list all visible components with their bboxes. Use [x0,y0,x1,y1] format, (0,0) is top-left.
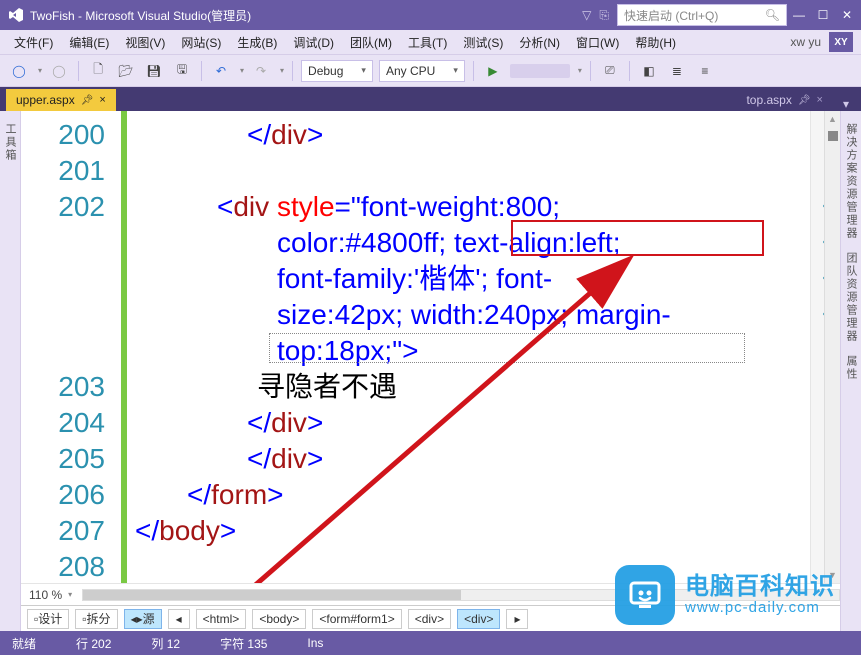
window-controls: — ☐ ✕ [793,8,853,22]
new-project-icon[interactable]: 🗋 [87,60,109,82]
line-number-gutter: 200 201 202 203 204 205 206 207 208 [21,111,121,583]
breadcrumb-html[interactable]: <html> [196,609,247,629]
status-col: 列 12 [151,635,180,652]
maximize-button[interactable]: ☐ [817,8,829,22]
tab-label: upper.aspx [16,93,75,107]
platform-combo[interactable]: Any CPU▾ [379,60,465,82]
breadcrumb-prev[interactable]: ◂ [168,609,190,629]
user-avatar[interactable]: XY [829,32,853,52]
search-icon: 🔍︎ [765,8,780,22]
debug-target-combo[interactable] [510,64,570,78]
tb-misc-1[interactable]: ⎚ [599,60,621,82]
title-bar: TwoFish - Microsoft Visual Studio(管理员) ▽… [0,0,861,30]
close-icon[interactable]: × [99,94,105,106]
menu-build[interactable]: 生成(B) [231,31,283,54]
close-icon[interactable]: × [817,94,823,106]
undo-icon[interactable]: ↶ [210,60,232,82]
code-text-content: 寻隐者不遇 [257,371,397,402]
status-ready: 就绪 [12,635,36,652]
watermark-title: 电脑百科知识 [685,574,835,600]
main-body: 工具箱 200 201 202 203 204 205 206 207 208 … [0,111,861,631]
toolbox-tab[interactable]: 工具箱 [2,117,18,168]
menu-website[interactable]: 网站(S) [175,31,227,54]
code-area[interactable]: </div> − <div style="font-weight:800; co… [127,111,810,583]
left-toolwindow-strip: 工具箱 [0,111,21,631]
solution-explorer-tab[interactable]: 解决方案资源管理器 [843,117,859,246]
menu-team[interactable]: 团队(M) [344,31,398,54]
tab-label: top.aspx [746,93,791,107]
css-prop-color: color:#4800ff; [277,227,454,258]
breadcrumb-div1[interactable]: <div> [408,609,451,629]
status-line: 行 202 [76,635,111,652]
code-editor[interactable]: 200 201 202 203 204 205 206 207 208 </di… [21,111,840,631]
nav-fwd-button[interactable]: ◯ [48,60,70,82]
save-icon[interactable]: 💾︎ [143,60,165,82]
redo-icon[interactable]: ↷ [250,60,272,82]
window-title: TwoFish - Microsoft Visual Studio(管理员) [30,7,251,24]
breadcrumb-body[interactable]: <body> [252,609,306,629]
watermark-logo-icon [615,565,675,625]
selection-outline [269,333,745,363]
tab-top-aspx[interactable]: top.aspx 📌︎ × [736,89,833,111]
tab-overflow-icon[interactable]: ▾ [837,97,855,111]
quick-launch-placeholder: 快速启动 (Ctrl+Q) [624,7,718,24]
tb-misc-4[interactable]: ≡ [694,60,716,82]
document-tab-row: upper.aspx 📌︎ × top.aspx 📌︎ × ▾ [0,87,861,111]
menu-tools[interactable]: 工具(T) [402,31,453,54]
quick-launch-area: ▽ ⎘ 快速启动 (Ctrl+Q) 🔍︎ [582,4,787,26]
main-toolbar: ◯▾ ◯ 🗋 📂︎ 💾︎ 🖫 ↶▾ ↷▾ Debug▾ Any CPU▾ ▶ ▾… [0,55,861,87]
minimize-button[interactable]: — [793,8,805,22]
pin-icon[interactable]: 📌︎ [81,95,94,106]
menu-file[interactable]: 文件(F) [8,31,59,54]
feedback-icon[interactable]: ⎘ [599,8,609,23]
view-source-tab[interactable]: ◂▸ 源 [124,609,162,629]
watermark-url: www.pc-daily.com [685,600,835,617]
menu-analyze[interactable]: 分析(N) [513,31,566,54]
quick-launch-input[interactable]: 快速启动 (Ctrl+Q) 🔍︎ [617,4,787,26]
menu-window[interactable]: 窗口(W) [570,31,625,54]
properties-tab[interactable]: 属性 [843,349,859,387]
tb-misc-3[interactable]: ≣ [666,60,688,82]
breadcrumb-next[interactable]: ▸ [506,609,528,629]
pin-icon[interactable]: 📌︎ [798,95,811,106]
tb-misc-2[interactable]: ◧ [638,60,660,82]
vertical-scrollbar[interactable]: ▲ ▼ [824,111,840,583]
status-bar: 就绪 行 202 列 12 字符 135 Ins [0,631,861,655]
menu-test[interactable]: 测试(S) [457,31,509,54]
team-explorer-tab[interactable]: 团队资源管理器 [843,246,859,349]
view-design-tab[interactable]: ▫ 设计 [27,609,69,629]
menu-help[interactable]: 帮助(H) [629,31,682,54]
open-icon[interactable]: 📂︎ [115,60,137,82]
scroll-up-icon[interactable]: ▲ [825,111,840,127]
css-prop-text-align: text-align:left; [454,227,621,258]
breadcrumb-div2[interactable]: <div> [457,609,500,629]
close-button[interactable]: ✕ [841,8,853,22]
breadcrumb-form[interactable]: <form#form1> [312,609,401,629]
tab-upper-aspx[interactable]: upper.aspx 📌︎ × [6,89,116,111]
menu-bar: 文件(F) 编辑(E) 视图(V) 网站(S) 生成(B) 调试(D) 团队(M… [0,30,861,55]
split-handle[interactable] [828,131,838,141]
notification-down-icon[interactable]: ▽ [582,8,591,22]
user-name[interactable]: xw yu [790,35,821,49]
view-split-tab[interactable]: ▫ 拆分 [75,609,117,629]
config-combo[interactable]: Debug▾ [301,60,373,82]
vs-logo-icon [8,7,24,23]
zoom-combo[interactable]: 110 %▾ [21,588,80,602]
nav-back-button[interactable]: ◯ [8,60,30,82]
status-ins: Ins [307,636,323,650]
menu-edit[interactable]: 编辑(E) [63,31,115,54]
css-prop-font-weight: font-weight:800; [361,191,560,222]
menu-view[interactable]: 视图(V) [119,31,171,54]
menu-debug[interactable]: 调试(D) [287,31,340,54]
right-toolwindow-strip: 解决方案资源管理器 团队资源管理器 属性 [840,111,861,631]
wrap-indicator-column: ↲ ↲ ↲ ↲ ▲ ▼ [810,111,840,583]
status-char: 字符 135 [220,635,267,652]
watermark: 电脑百科知识 www.pc-daily.com [615,565,835,625]
save-all-icon[interactable]: 🖫 [171,60,193,82]
start-debug-button[interactable]: ▶ [482,60,504,82]
